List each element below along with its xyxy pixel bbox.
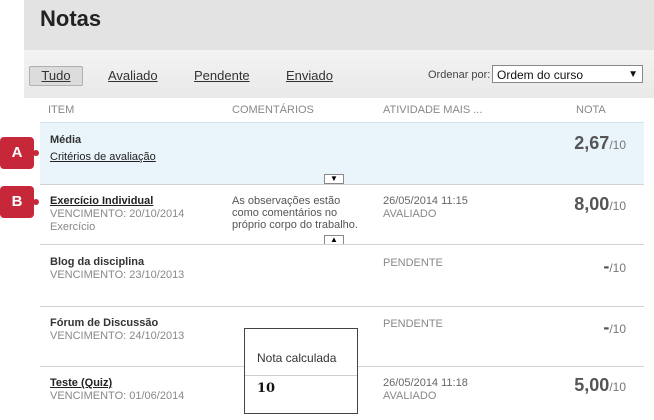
row-title[interactable]: Teste (Quiz) [50,377,112,389]
row-activity: 26/05/2014 11:15 AVALIADO [383,195,468,221]
popup-divider [245,375,357,376]
activity-status: PENDENTE [383,318,443,330]
row-title[interactable]: Exercício Individual [50,195,153,207]
grade-value: -/10 [603,256,626,276]
callout-marker-a: A [0,137,39,169]
grade-row-exercise: Exercício Individual VENCIMENTO: 20/10/2… [40,184,644,245]
column-header-item: ITEM [48,104,75,116]
row-due-date: VENCIMENTO: 23/10/2013 [50,269,185,281]
page-header: Notas [24,0,654,50]
popup-label: Nota calculada [257,351,337,365]
row-due-date: VENCIMENTO: 24/10/2013 [50,330,185,342]
grade-value: 5,00/10 [574,375,626,395]
row-activity: 26/05/2014 11:18 AVALIADO [383,377,468,403]
grades-panel: Notas Tudo Avaliado Pendente Enviado Ord… [24,0,654,420]
column-header-activity[interactable]: ATIVIDADE MAIS ... [383,104,482,116]
activity-status: AVALIADO [383,208,437,220]
grade-value: -/10 [603,317,626,337]
row-type: Exercício [50,221,96,233]
activity-date: 26/05/2014 11:18 [383,377,468,389]
row-due-date: VENCIMENTO: 20/10/2014 [50,208,185,220]
calculated-grade-popup: Nota calculada 10 [244,328,358,414]
activity-date: 26/05/2014 11:15 [383,195,468,207]
row-title: Média [50,134,82,146]
sort-label: Ordenar por: [428,69,491,81]
sort-select-value: Ordem do curso [497,68,584,82]
chevron-down-icon: ▼ [628,69,638,80]
row-due-date: VENCIMENTO: 01/06/2014 [50,390,185,402]
caret-down-icon[interactable]: ▼ [324,174,344,184]
grade-row-average: Média Critérios de avaliação 2,67/10 ▼ [40,122,644,184]
grading-criteria-link[interactable]: Critérios de avaliação [50,151,156,163]
popup-value: 10 [257,381,276,396]
filter-toolbar: Tudo Avaliado Pendente Enviado Ordenar p… [24,50,654,98]
row-title: Fórum de Discussão [50,317,159,329]
grade-row-blog: Blog da disciplina VENCIMENTO: 23/10/201… [40,244,644,306]
page-title: Notas [40,6,102,31]
grade-value: 8,00/10 [574,194,626,214]
row-title: Blog da disciplina [50,256,145,268]
row-comment: As observações estão como comentários no… [232,195,358,231]
tab-pending[interactable]: Pendente [194,67,250,85]
tab-graded[interactable]: Avaliado [108,67,158,85]
sort-select[interactable]: Ordem do curso ▼ [492,65,643,83]
tab-submitted[interactable]: Enviado [286,67,333,85]
tab-all[interactable]: Tudo [29,66,83,86]
activity-status: PENDENTE [383,257,443,269]
grade-value: 2,67/10 [574,133,626,153]
column-header-comments: COMENTÁRIOS [232,104,314,116]
callout-marker-b: B [0,186,39,218]
column-header-grade: NOTA [576,104,606,116]
activity-status: AVALIADO [383,390,437,402]
